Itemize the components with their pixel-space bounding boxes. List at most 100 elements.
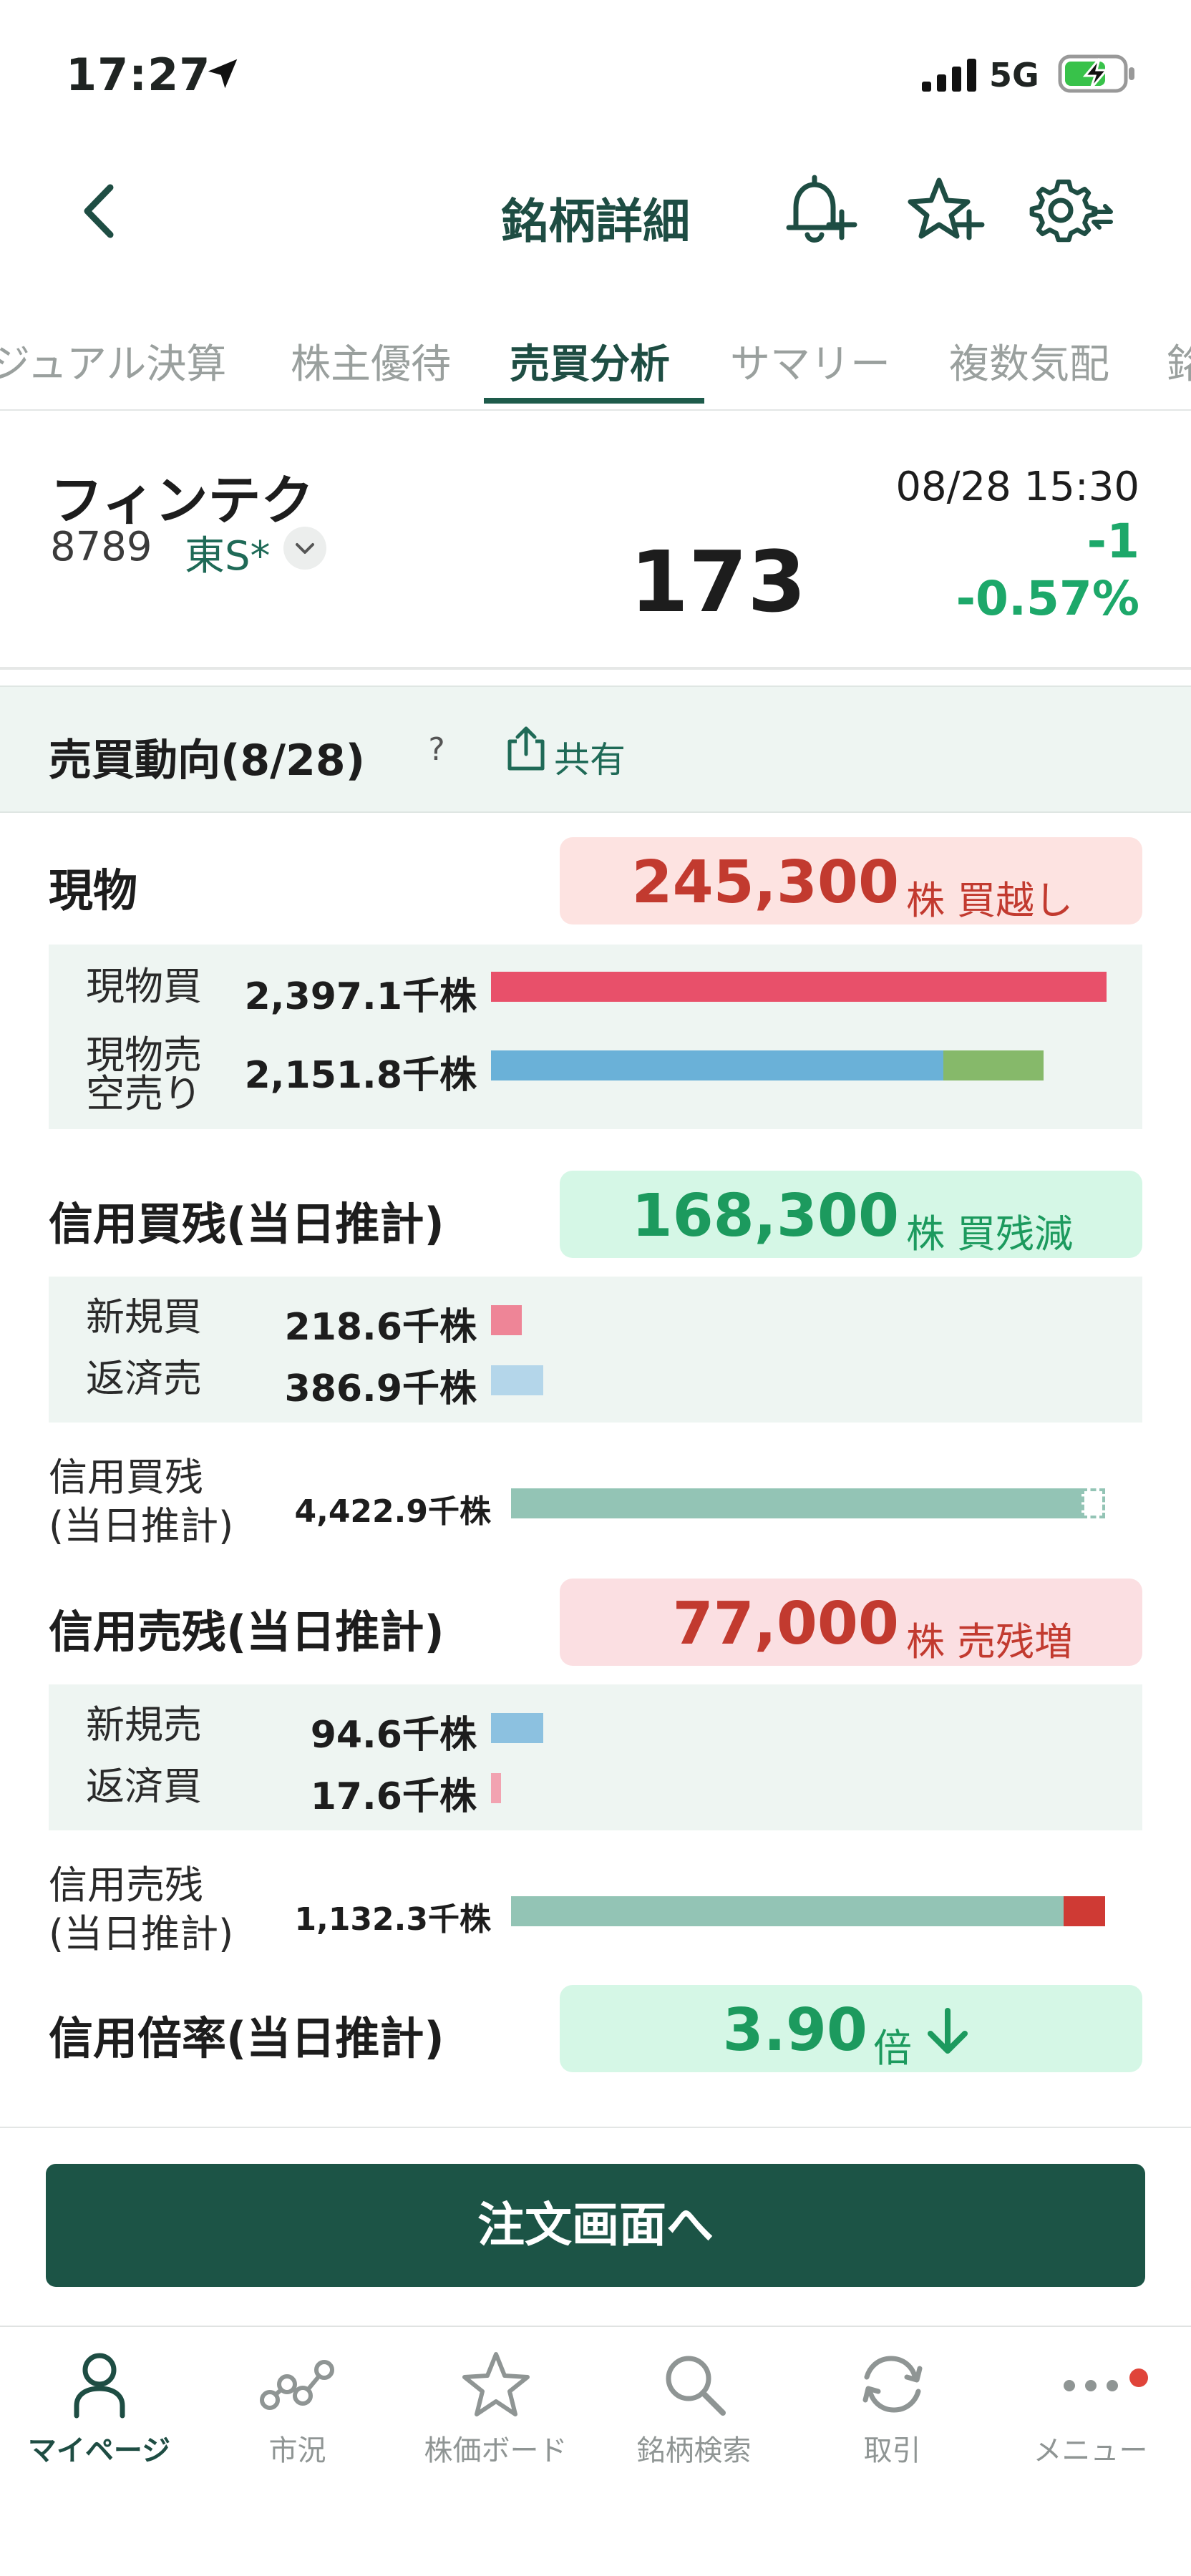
cellular-signal-icon [922, 59, 978, 94]
settings-gear-icon[interactable] [1028, 175, 1114, 249]
spot-net-unit: 株 買越し [906, 878, 1074, 923]
status-bar: 17:27 5G [0, 0, 1191, 143]
page-title: 銘柄詳細 [501, 194, 690, 249]
margin-buy-balance-bar [511, 1488, 1081, 1518]
margin-buy-net-unit: 株 買残減 [906, 1211, 1074, 1257]
bottom-tab-bar: マイページ 市況 株価ボード 銘柄検索 取引 メニュー [0, 2326, 1191, 2576]
margin-new-sell-value: 94.6千株 [310, 1714, 477, 1757]
margin-sell-balance-value: 1,132.3千株 [294, 1901, 491, 1938]
arrow-down-icon [925, 2006, 971, 2059]
quote-datetime: 08/28 15:30 [895, 464, 1139, 510]
margin-buy-balance-sublabel: (当日推計) [49, 1503, 234, 1548]
short-sell-bar [943, 1050, 1044, 1080]
margin-buy-balance-value: 4,422.9千株 [294, 1493, 491, 1530]
margin-new-buy-label: 新規買 [86, 1294, 202, 1340]
spot-sell-value: 2,151.8千株 [244, 1054, 477, 1097]
tab-summary[interactable]: サマリー [730, 332, 890, 390]
stock-name: フィンテク [50, 470, 314, 532]
spot-buy-bar [491, 972, 1107, 1002]
margin-sell-breakdown: 新規売 94.6千株 返済買 17.6千株 [49, 1684, 1142, 1830]
margin-buy-breakdown: 新規買 218.6千株 返済売 386.9千株 [49, 1277, 1142, 1423]
tabbar-mypage[interactable]: マイページ [0, 2348, 198, 2469]
section-header: 売買動向(8/28) ? 共有 [0, 686, 1191, 813]
search-icon [666, 2356, 726, 2416]
margin-sell-balance-label: 信用売残 [49, 1863, 203, 1908]
spot-net-badge: 245,300 株 買越し [560, 837, 1142, 924]
order-button-area: 注文画面へ [0, 2127, 1191, 2326]
status-time: 17:27 [66, 49, 211, 101]
help-icon[interactable]: ? [411, 724, 462, 776]
tabbar-market[interactable]: 市況 [198, 2348, 397, 2469]
detail-tabs: ジュアル決算 株主優待 売買分析 サマリー 複数気配 銘 [0, 315, 1191, 411]
tab-trading-analysis[interactable]: 売買分析 [510, 332, 670, 390]
margin-buy-balance-decrease-bar [1081, 1488, 1105, 1518]
share-button[interactable]: 共有 [554, 731, 626, 783]
active-tab-indicator [484, 398, 704, 404]
tabbar-trade[interactable]: 取引 [793, 2348, 991, 2469]
margin-ratio-value: 3.90 [722, 1996, 867, 2064]
margin-sell-net-unit: 株 売残増 [906, 1619, 1074, 1664]
person-icon [74, 2353, 125, 2419]
market-selector[interactable]: 東S* [185, 524, 271, 582]
tab-more[interactable]: 銘 [1167, 332, 1191, 390]
margin-buy-title: 信用買残(当日推計) [49, 1198, 444, 1250]
order-screen-button[interactable]: 注文画面へ [46, 2164, 1145, 2287]
market-chart-icon [259, 2360, 334, 2410]
margin-sell-balance-bar [511, 1896, 1064, 1926]
tabbar-stock-board-label: 株価ボード [424, 2434, 568, 2467]
margin-buy-balance-label: 信用買残 [49, 1455, 203, 1500]
tabbar-market-label: 市況 [268, 2434, 326, 2467]
margin-close-sell-bar [491, 1365, 543, 1395]
price-change: -1 [1087, 514, 1139, 569]
margin-close-buy-value: 17.6千株 [310, 1775, 477, 1818]
spot-title: 現物 [49, 864, 138, 917]
margin-new-sell-label: 新規売 [86, 1702, 202, 1747]
tab-shareholder-benefits[interactable]: 株主優待 [291, 332, 451, 390]
tabbar-menu-label: メニュー [1033, 2434, 1148, 2467]
current-price: 173 [630, 532, 807, 631]
stock-code: 8789 [50, 524, 152, 570]
margin-buy-net-value: 168,300 [631, 1182, 899, 1250]
margin-ratio-unit: 倍 [873, 2026, 912, 2071]
margin-close-sell-value: 386.9千株 [284, 1367, 477, 1410]
stock-header: フィンテク 8789 東S* 08/28 15:30 173 -1 -0.57% [0, 411, 1191, 670]
spot-net-value: 245,300 [631, 849, 899, 917]
add-alert-bell-icon[interactable] [782, 175, 860, 249]
tabbar-menu[interactable]: メニュー [991, 2348, 1190, 2469]
short-sell-label: 空売り [86, 1071, 202, 1116]
notification-badge [1129, 2368, 1148, 2387]
tabbar-stock-search-label: 銘柄検索 [636, 2434, 752, 2467]
price-change-percent: -0.57% [956, 571, 1139, 626]
margin-sell-balance-increase-bar [1064, 1896, 1105, 1926]
tabbar-stock-board[interactable]: 株価ボード [397, 2348, 595, 2469]
battery-charging-icon [1058, 54, 1137, 96]
margin-new-buy-bar [491, 1305, 522, 1335]
tabbar-mypage-label: マイページ [27, 2434, 171, 2467]
location-arrow-icon [203, 54, 242, 96]
star-icon [462, 2352, 530, 2416]
margin-close-buy-bar [491, 1773, 501, 1803]
margin-ratio-badge: 3.90 倍 [560, 1985, 1142, 2072]
tabbar-trade-label: 取引 [863, 2434, 921, 2467]
margin-sell-title: 信用売残(当日推計) [49, 1606, 444, 1658]
tab-visual-earnings[interactable]: ジュアル決算 [0, 332, 226, 390]
chevron-down-icon[interactable] [283, 527, 326, 570]
spot-breakdown: 現物買 2,397.1千株 現物売 空売り 2,151.8千株 [49, 945, 1142, 1129]
margin-close-buy-label: 返済買 [86, 1764, 202, 1809]
add-favorite-star-icon[interactable] [906, 175, 985, 249]
margin-new-buy-value: 218.6千株 [284, 1306, 477, 1349]
refresh-trade-icon [862, 2356, 922, 2413]
share-icon[interactable] [505, 726, 547, 774]
margin-sell-balance-sublabel: (当日推計) [49, 1911, 234, 1956]
margin-sell-net-value: 77,000 [672, 1590, 899, 1658]
app-header: 銘柄詳細 [0, 143, 1191, 279]
section-title: 売買動向(8/28) [49, 736, 366, 786]
tabbar-stock-search[interactable]: 銘柄検索 [595, 2348, 793, 2469]
spot-buy-label: 現物買 [86, 964, 202, 1009]
more-dots-icon [1063, 2380, 1118, 2391]
margin-ratio-title: 信用倍率(当日推計) [49, 2012, 444, 2064]
margin-close-sell-label: 返済売 [86, 1356, 202, 1401]
margin-sell-net-badge: 77,000 株 売残増 [560, 1579, 1142, 1666]
spot-buy-value: 2,397.1千株 [244, 975, 477, 1018]
tab-multi-quote[interactable]: 複数気配 [949, 332, 1109, 390]
